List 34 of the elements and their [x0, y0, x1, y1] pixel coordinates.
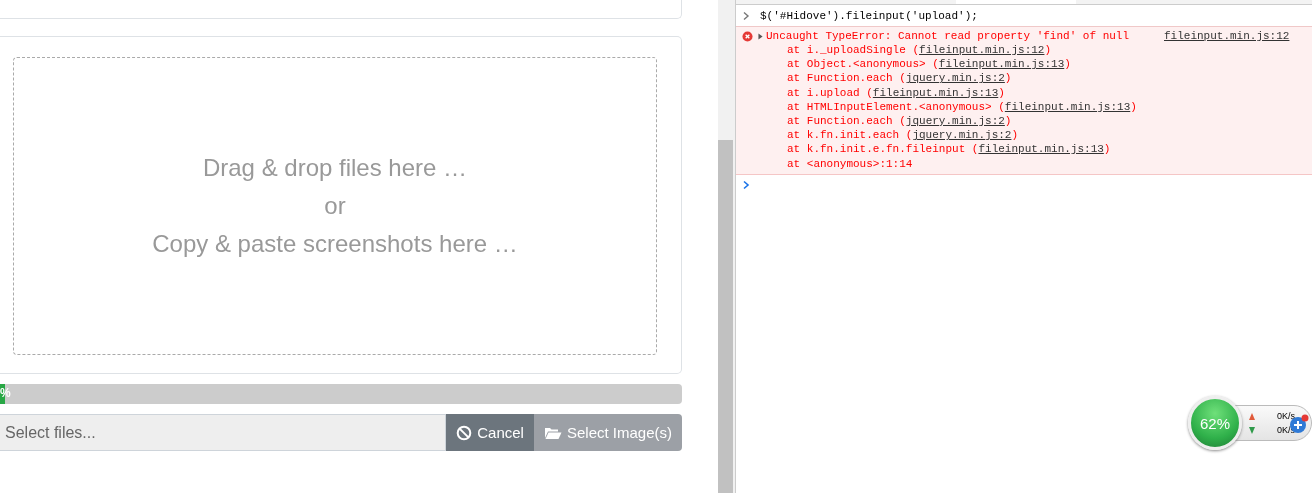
source-link[interactable]: fileinput.min.js:12: [919, 44, 1045, 57]
stack-frame-text: ): [1004, 115, 1012, 128]
source-link[interactable]: fileinput.min.js:13: [938, 58, 1065, 71]
stack-frame-text: at k.fn.init.e.fn.fileinput (: [787, 143, 979, 156]
stack-frame-text: ): [1004, 72, 1012, 85]
source-link[interactable]: fileinput.min.js:13: [1004, 100, 1131, 113]
stack-frame-text: at HTMLInputElement.<anonymous> (: [787, 100, 1005, 113]
drop-zone-text: Drag & drop files here …: [202, 153, 468, 183]
stack-frame-text: at i.upload (: [787, 86, 873, 99]
stack-frame-text: ): [1103, 143, 1111, 156]
stack-frame-text: ): [1011, 129, 1019, 142]
stack-frame-text: at Function.each (: [787, 115, 906, 128]
upload-speed: 0K/s: [1277, 411, 1295, 421]
file-caption-field[interactable]: Select files...: [0, 414, 447, 451]
source-link[interactable]: jquery.min.js:2: [905, 72, 1005, 85]
console-command: $('#Hidove').fileinput('upload');: [760, 9, 978, 22]
stack-frame-text: ): [1064, 58, 1071, 71]
stack-frame-text: at i._uploadSingle (: [787, 44, 920, 57]
source-link[interactable]: fileinput.min.js:12: [1164, 30, 1290, 42]
source-link[interactable]: jquery.min.js:2: [905, 115, 1005, 128]
stack-frame-text: at <anonymous>:1:14: [787, 157, 913, 170]
stack-frame-text: ): [1044, 44, 1052, 57]
drop-zone-text: Copy & paste screenshots here …: [152, 229, 518, 259]
stack-frame-text: ): [998, 86, 1005, 99]
stack-frame-text: at Object.<anonymous> (: [787, 58, 939, 71]
stack-frame-text: at k.fn.init.each (: [787, 129, 913, 142]
source-link[interactable]: jquery.min.js:2: [912, 129, 1012, 142]
stack-frame-text: at Function.each (: [787, 72, 906, 85]
stack-frame-text: ): [1130, 100, 1137, 113]
source-link[interactable]: fileinput.min.js:13: [872, 86, 999, 99]
source-link[interactable]: fileinput.min.js:13: [978, 143, 1104, 156]
cancel-button[interactable]: Cancel: [446, 414, 534, 451]
error-message: Uncaught TypeError: Cannot read property 'find' of null: [766, 30, 1131, 42]
drop-zone-text: or: [324, 191, 346, 221]
